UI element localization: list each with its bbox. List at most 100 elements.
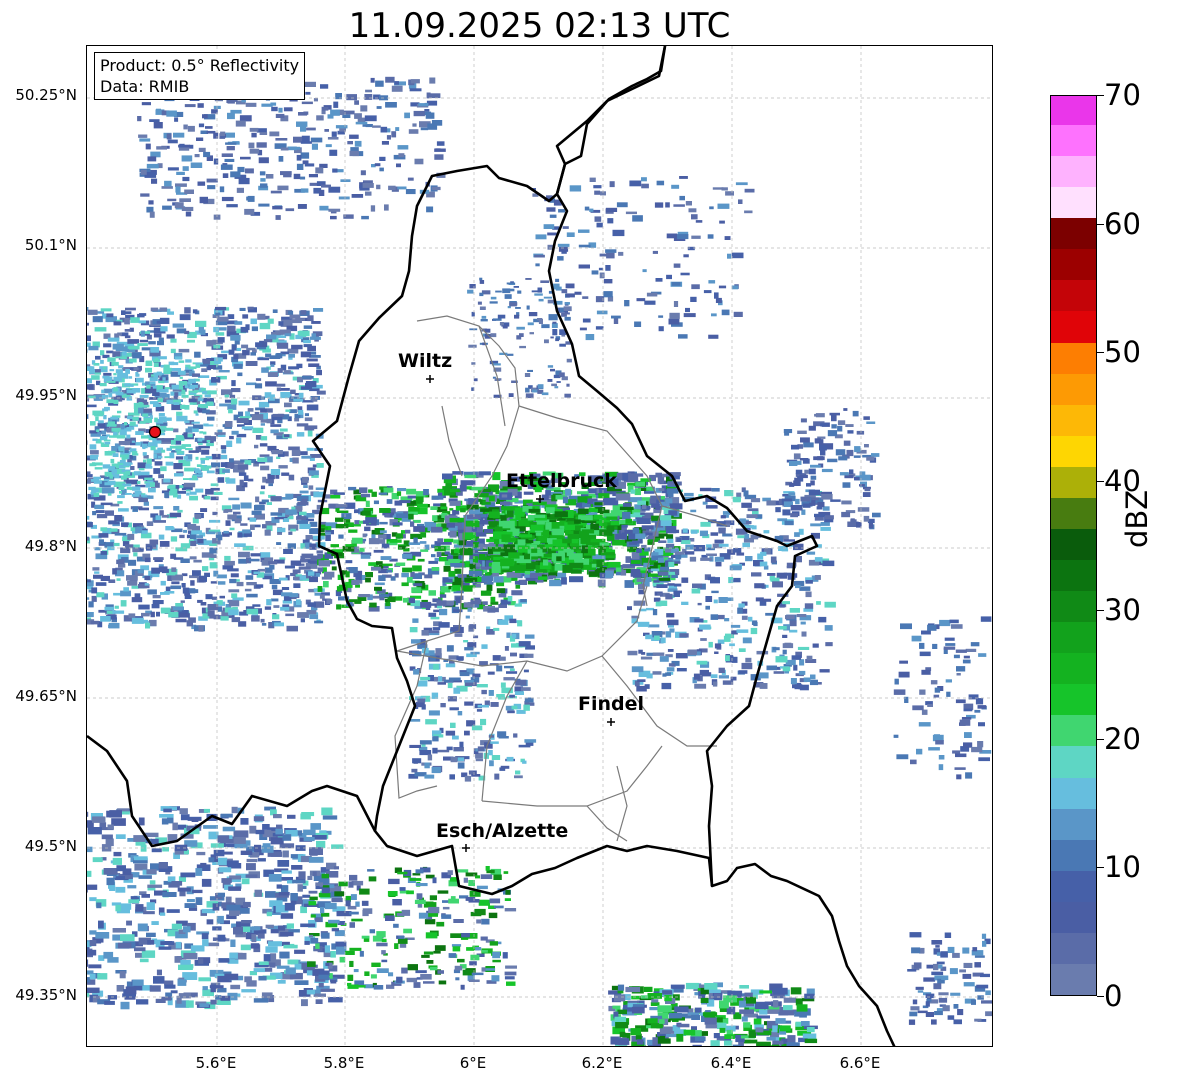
radar-echo-cell [240, 850, 253, 855]
radar-echo-cell [96, 514, 108, 519]
radar-echo-cell [160, 592, 170, 595]
radar-echo-cell [189, 384, 198, 388]
radar-echo-cell [138, 817, 145, 826]
radar-echo-cell [126, 396, 133, 401]
radar-echo-cell [281, 587, 290, 590]
radar-echo-cell [493, 905, 504, 909]
radar-echo-cell [432, 747, 438, 754]
radar-echo-cell [158, 413, 165, 417]
radar-echo-cell [103, 439, 111, 442]
radar-echo-cell [504, 976, 515, 980]
radar-echo-cell [157, 340, 164, 346]
radar-echo-cell [457, 757, 464, 762]
radar-echo-cell [661, 682, 672, 690]
radar-echo-cell [142, 445, 146, 450]
radar-echo-cell [87, 322, 89, 326]
radar-echo-cell [105, 838, 114, 847]
radar-echo-cell [546, 507, 555, 514]
radar-echo-cell [319, 594, 325, 599]
radar-echo-cell [766, 500, 776, 506]
radar-echo-cell [321, 807, 333, 816]
radar-echo-cell [331, 898, 343, 903]
radar-echo-cell [479, 471, 491, 476]
radar-echo-cell [126, 434, 131, 439]
radar-echo-cell [338, 881, 348, 887]
radar-echo-cell [175, 435, 185, 441]
radar-echo-cell [354, 509, 360, 514]
radar-echo-cell [666, 526, 677, 534]
radar-echo-cell [195, 868, 203, 876]
radar-echo-cell [259, 322, 271, 330]
radar-echo-cell [590, 523, 599, 531]
radar-echo-cell [221, 878, 232, 883]
radar-echo-cell [500, 501, 511, 506]
radar-echo-cell [231, 806, 238, 814]
radar-echo-cell [96, 902, 102, 909]
radar-echo-cell [190, 580, 195, 586]
radar-echo-cell [270, 837, 284, 845]
radar-echo-cell [213, 326, 219, 333]
radar-map[interactable] [86, 45, 993, 1047]
radar-echo-cell [759, 672, 769, 679]
radar-echo-cell [179, 376, 183, 379]
radar-echo-cell [511, 590, 523, 596]
radar-echo-cell [188, 366, 197, 369]
radar-echo-cell [459, 484, 467, 492]
radar-echo-cell [285, 409, 291, 412]
radar-echo-cell [567, 534, 580, 539]
radar-echo-cell [257, 568, 266, 572]
radar-echo-cell [463, 877, 468, 883]
radar-echo-cell [152, 385, 157, 389]
radar-echo-cell [378, 534, 387, 539]
radar-echo-cell [290, 528, 296, 532]
radar-echo-cell [381, 938, 387, 943]
radar-echo-cell [552, 528, 564, 536]
radar-echo-cell [109, 528, 118, 532]
radar-echo-cell [167, 574, 173, 581]
radar-echo-cell [255, 435, 262, 440]
radar-echo-cell [365, 500, 370, 507]
radar-echo-cell [113, 373, 117, 376]
radar-echo-cell [658, 540, 667, 543]
radar-echo-cell [151, 838, 159, 844]
radar-echo-cell [453, 919, 464, 923]
radar-echo-cell [518, 641, 531, 647]
radar-echo-cell [220, 995, 230, 1001]
radar-echo-cell [691, 588, 701, 594]
radar-echo-cell [125, 986, 137, 995]
radar-echo-cell [737, 607, 744, 614]
radar-echo-cell [206, 442, 214, 447]
radar-echo-cell [512, 633, 517, 639]
radar-echo-cell [253, 571, 261, 574]
radar-echo-cell [349, 947, 362, 951]
radar-echo-cell [153, 976, 165, 984]
radar-echo-cell [762, 598, 772, 602]
radar-echo-cell [668, 625, 674, 628]
radar-echo-cell [820, 526, 831, 531]
radar-echo-cell [423, 489, 429, 496]
radar-echo-cell [202, 566, 209, 572]
radar-echo-cell [206, 531, 216, 535]
radar-echo-cell [117, 332, 122, 336]
radar-echo-cell [241, 426, 254, 430]
radar-echo-cell [98, 920, 104, 929]
radar-echo-cell [630, 489, 636, 494]
radar-echo-cell [144, 576, 150, 581]
radar-echo-cell [172, 606, 184, 611]
radar-echo-cell [216, 574, 227, 579]
radar-echo-cell [137, 923, 148, 932]
radar-echo-cell [297, 884, 303, 892]
radar-echo-cell [149, 880, 156, 885]
radar-echo-cell [214, 359, 222, 364]
radar-echo-cell [255, 829, 265, 835]
radar-echo-cell [150, 347, 160, 353]
radar-echo-cell [112, 928, 126, 933]
radar-echo-cell [409, 744, 421, 748]
radar-echo-cell [423, 951, 434, 955]
radar-echo-cell [419, 750, 432, 756]
radar-echo-cell [349, 960, 354, 967]
radar-echo-cell [308, 485, 314, 490]
radar-echo-cell [616, 566, 622, 572]
radar-echo-cell [239, 307, 246, 311]
radar-echo-cell [303, 829, 316, 836]
